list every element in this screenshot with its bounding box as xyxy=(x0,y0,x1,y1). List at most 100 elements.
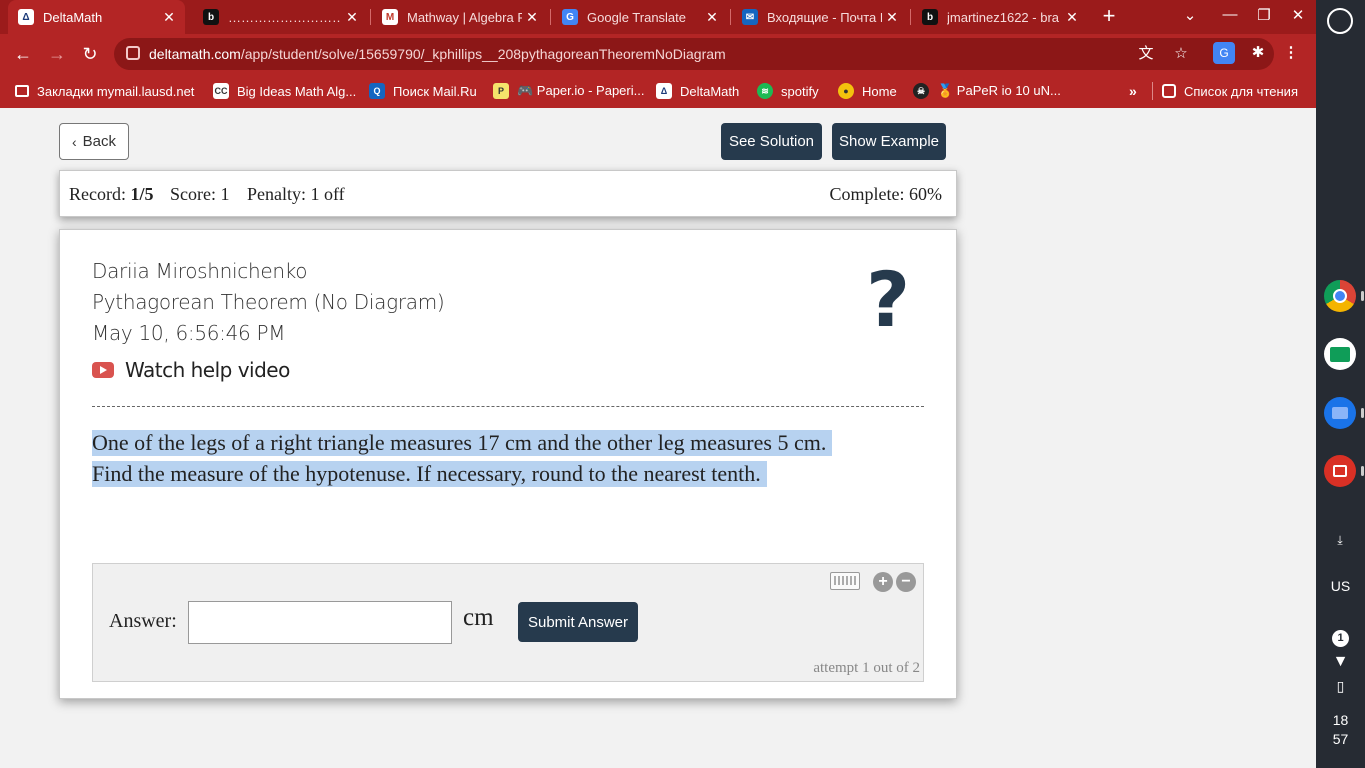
bookmark-bigideas[interactable]: CC Big Ideas Math Alg... xyxy=(213,81,356,101)
record-bar: Record: 1/5 Score: 1 Penalty: 1 off Comp… xyxy=(59,170,957,217)
deltamath-page: ‹ Back See Solution Show Example Record:… xyxy=(0,108,1316,768)
site-info-icon[interactable] xyxy=(126,46,140,60)
bookmark-home[interactable]: ● Home xyxy=(838,81,897,101)
question-mark-icon[interactable]: ? xyxy=(866,260,910,340)
launcher-icon[interactable] xyxy=(1327,8,1353,34)
tab-separator xyxy=(550,9,551,25)
youtube-icon xyxy=(92,362,114,378)
tab-separator xyxy=(370,9,371,25)
bookmark-label: 🎮 Paper.io - Paperi... xyxy=(517,83,645,98)
bookmark-label: DeltaMath xyxy=(680,83,740,99)
brainly-icon: b xyxy=(922,9,938,25)
forward-arrow-icon[interactable]: → xyxy=(45,42,69,66)
back-button[interactable]: ‹ Back xyxy=(59,123,129,160)
tab-brainly-user[interactable]: b jmartinez1622 - bra ✕ xyxy=(912,0,1088,34)
bookmark-deltamath[interactable]: Δ DeltaMath xyxy=(656,81,739,101)
search-icon: Q xyxy=(369,83,385,99)
record-stats: Record: 1/5 Score: 1 Penalty: 1 off xyxy=(69,184,345,205)
bigideas-icon: CC xyxy=(213,83,229,99)
system-shelf: ⤓ US 1 ▼ ▯ 18 57 xyxy=(1316,0,1365,768)
gallery-icon[interactable] xyxy=(1324,455,1356,487)
brainly-icon: b xyxy=(203,9,219,25)
answer-unit: cm xyxy=(463,604,494,631)
translate-icon[interactable]: 文 xyxy=(1136,44,1156,64)
address-bar[interactable]: deltamath.com/app/student/solve/15659790… xyxy=(114,38,1274,70)
watch-help-video-link[interactable]: Watch help video xyxy=(92,358,290,382)
student-name: Dariia Miroshnichenko xyxy=(92,259,308,283)
tab-separator xyxy=(910,9,911,25)
pirate-icon: ☠ xyxy=(913,83,929,99)
google-classroom-icon[interactable] xyxy=(1324,338,1356,370)
problem-meta: Dariia Miroshnichenko Pythagorean Theore… xyxy=(92,256,445,349)
new-tab-button[interactable]: + xyxy=(1096,4,1122,30)
bookmark-mailru-search[interactable]: Q Поиск Mail.Ru xyxy=(369,81,477,101)
close-tab-icon[interactable]: ✕ xyxy=(882,9,902,26)
clock-minute[interactable]: 57 xyxy=(1316,731,1365,747)
back-arrow-icon[interactable]: ← xyxy=(11,42,35,66)
reload-icon[interactable]: ↻ xyxy=(78,42,102,66)
clock-hour[interactable]: 18 xyxy=(1316,712,1365,728)
chrome-icon[interactable] xyxy=(1324,280,1356,312)
see-solution-button[interactable]: See Solution xyxy=(721,123,822,160)
wifi-icon[interactable]: ▼ xyxy=(1316,653,1365,671)
close-tab-icon[interactable]: ✕ xyxy=(522,9,542,26)
close-tab-icon[interactable]: ✕ xyxy=(1062,9,1082,26)
folder-icon xyxy=(15,85,29,97)
bookmark-paperio-unblocked[interactable]: ☠ 🏅 PaPeR io 10 uN... xyxy=(913,81,1061,101)
tab-deltamath[interactable]: Δ DeltaMath ✕ xyxy=(8,0,185,34)
extensions-puzzle-icon[interactable]: ✱ xyxy=(1247,42,1269,64)
score-text: Score: 1 xyxy=(170,184,230,204)
close-window-icon[interactable]: ✕ xyxy=(1286,6,1310,24)
browser-menu-icon[interactable]: ⋮ xyxy=(1280,42,1302,64)
back-button-label: Back xyxy=(82,133,117,150)
restore-icon[interactable]: ❐ xyxy=(1252,6,1276,24)
tab-title: Входящие - Почта М xyxy=(767,9,882,25)
keyboard-icon[interactable] xyxy=(830,572,860,590)
bookmark-label: Home xyxy=(862,83,897,99)
question-text: One of the legs of a right triangle meas… xyxy=(92,427,912,489)
google-translate-icon: G xyxy=(562,9,578,25)
bookmark-spotify[interactable]: ≋ spotify xyxy=(757,81,819,101)
question-line-1: One of the legs of a right triangle meas… xyxy=(92,430,833,456)
files-icon[interactable] xyxy=(1324,397,1356,429)
tab-strip: Δ DeltaMath ✕ b …………………………… ✕ M Mathway … xyxy=(0,0,1316,34)
submit-answer-button[interactable]: Submit Answer xyxy=(518,602,638,642)
record-label: Record: xyxy=(69,184,126,204)
tab-google-translate[interactable]: G Google Translate ✕ xyxy=(552,0,728,34)
running-indicator xyxy=(1361,408,1364,418)
bookmarks-separator xyxy=(1152,82,1153,100)
more-bookmarks-icon[interactable]: » xyxy=(1129,83,1137,99)
bookmark-star-icon[interactable]: ☆ xyxy=(1171,44,1191,64)
tab-title: DeltaMath xyxy=(43,9,103,25)
url-path: /app/student/solve/15659790/_kphillips__… xyxy=(240,46,726,62)
minimize-icon[interactable]: — xyxy=(1218,6,1242,23)
tab-mail[interactable]: ✉ Входящие - Почта М ✕ xyxy=(732,0,908,34)
assignment-title: Pythagorean Theorem (No Diagram) xyxy=(92,290,445,314)
reading-list[interactable]: Список для чтения xyxy=(1162,81,1298,101)
show-example-button[interactable]: Show Example xyxy=(832,123,946,160)
bookmark-paperio[interactable]: P 🎮 Paper.io - Paperi... xyxy=(493,81,644,101)
zoom-out-icon[interactable]: − xyxy=(896,572,916,592)
tab-search-icon[interactable]: ⌄ xyxy=(1178,6,1202,24)
keyboard-layout-indicator[interactable]: US xyxy=(1316,578,1365,594)
notification-badge[interactable]: 1 xyxy=(1316,628,1365,647)
close-tab-icon[interactable]: ✕ xyxy=(702,9,722,26)
tab-mathway[interactable]: M Mathway | Algebra P ✕ xyxy=(372,0,548,34)
divider xyxy=(92,406,924,407)
url-text: deltamath.com/app/student/solve/15659790… xyxy=(149,46,726,62)
answer-input[interactable] xyxy=(188,601,452,644)
holding-space-icon[interactable]: ⤓ xyxy=(1324,524,1356,556)
running-indicator xyxy=(1361,291,1364,301)
tab-brainly[interactable]: b …………………………… ✕ xyxy=(193,0,368,34)
mail-icon: ✉ xyxy=(742,9,758,25)
close-tab-icon[interactable]: ✕ xyxy=(159,9,179,26)
zoom-in-icon[interactable]: + xyxy=(873,572,893,592)
close-tab-icon[interactable]: ✕ xyxy=(342,9,362,26)
battery-icon[interactable]: ▯ xyxy=(1316,678,1365,695)
reading-list-icon xyxy=(1162,84,1176,98)
complete-text: Complete: 60% xyxy=(829,184,942,204)
tab-title: jmartinez1622 - bra xyxy=(947,9,1059,25)
google-translate-extension-icon[interactable]: G xyxy=(1213,42,1235,64)
running-indicator xyxy=(1361,466,1364,476)
bookmark-mymail[interactable]: Закладки mymail.lausd.net xyxy=(15,81,194,101)
